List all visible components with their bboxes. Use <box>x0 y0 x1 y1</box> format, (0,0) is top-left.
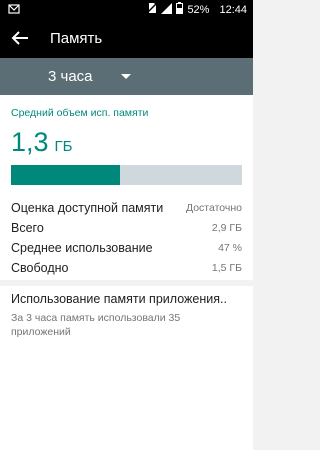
notification-icon <box>8 3 20 18</box>
period-dropdown[interactable]: 3 часа <box>48 67 131 85</box>
app-bar: Память <box>0 18 253 58</box>
avg-memory-title: Средний объем исп. памяти <box>11 107 149 119</box>
stat-value: 1,5 ГБ <box>211 262 242 274</box>
app-memory-usage-title: Использование памяти приложения.. <box>11 292 227 306</box>
avg-memory-value: 1,3 ГБ <box>11 127 73 158</box>
app-memory-usage-summary: За 3 часа память использовали 35 приложе… <box>11 312 181 338</box>
stat-row-free: Свободно 1,5 ГБ <box>11 261 242 279</box>
period-bar: 3 часа <box>0 58 253 95</box>
status-bar: 52% 12:44 <box>0 0 253 18</box>
stat-label: Свободно <box>11 261 69 275</box>
dropdown-arrow-icon <box>120 67 131 85</box>
no-sim-icon <box>146 2 158 17</box>
stat-label: Среднее использование <box>11 241 153 255</box>
back-arrow-icon[interactable] <box>8 26 32 50</box>
stat-label: Оценка доступной памяти <box>11 201 164 215</box>
stat-row-average: Среднее использование 47 % <box>11 241 242 259</box>
signal-icon <box>161 2 173 17</box>
clock: 12:44 <box>219 3 247 16</box>
stat-label: Всего <box>11 221 44 235</box>
battery-icon <box>176 2 184 17</box>
memory-usage-fill <box>11 165 120 185</box>
period-dropdown-label: 3 часа <box>48 67 93 85</box>
status-right: 52% 12:44 <box>146 2 247 17</box>
app-memory-usage-item[interactable]: Использование памяти приложения.. За 3 ч… <box>0 286 253 348</box>
avg-memory-number: 1,3 <box>11 127 49 157</box>
stat-value: Достаточно <box>185 202 242 214</box>
empty-area <box>0 348 253 450</box>
stat-row-estimate: Оценка доступной памяти Достаточно <box>11 201 242 219</box>
battery-percent: 52% <box>187 3 210 16</box>
avg-memory-unit: ГБ <box>54 138 73 155</box>
page-title: Память <box>50 30 103 47</box>
stat-value: 47 % <box>218 242 242 254</box>
stat-value: 2,9 ГБ <box>211 222 242 234</box>
memory-usage-bar <box>11 165 242 185</box>
memory-summary-card: Средний объем исп. памяти 1,3 ГБ Оценка … <box>0 95 253 280</box>
stat-row-total: Всего 2,9 ГБ <box>11 221 242 239</box>
